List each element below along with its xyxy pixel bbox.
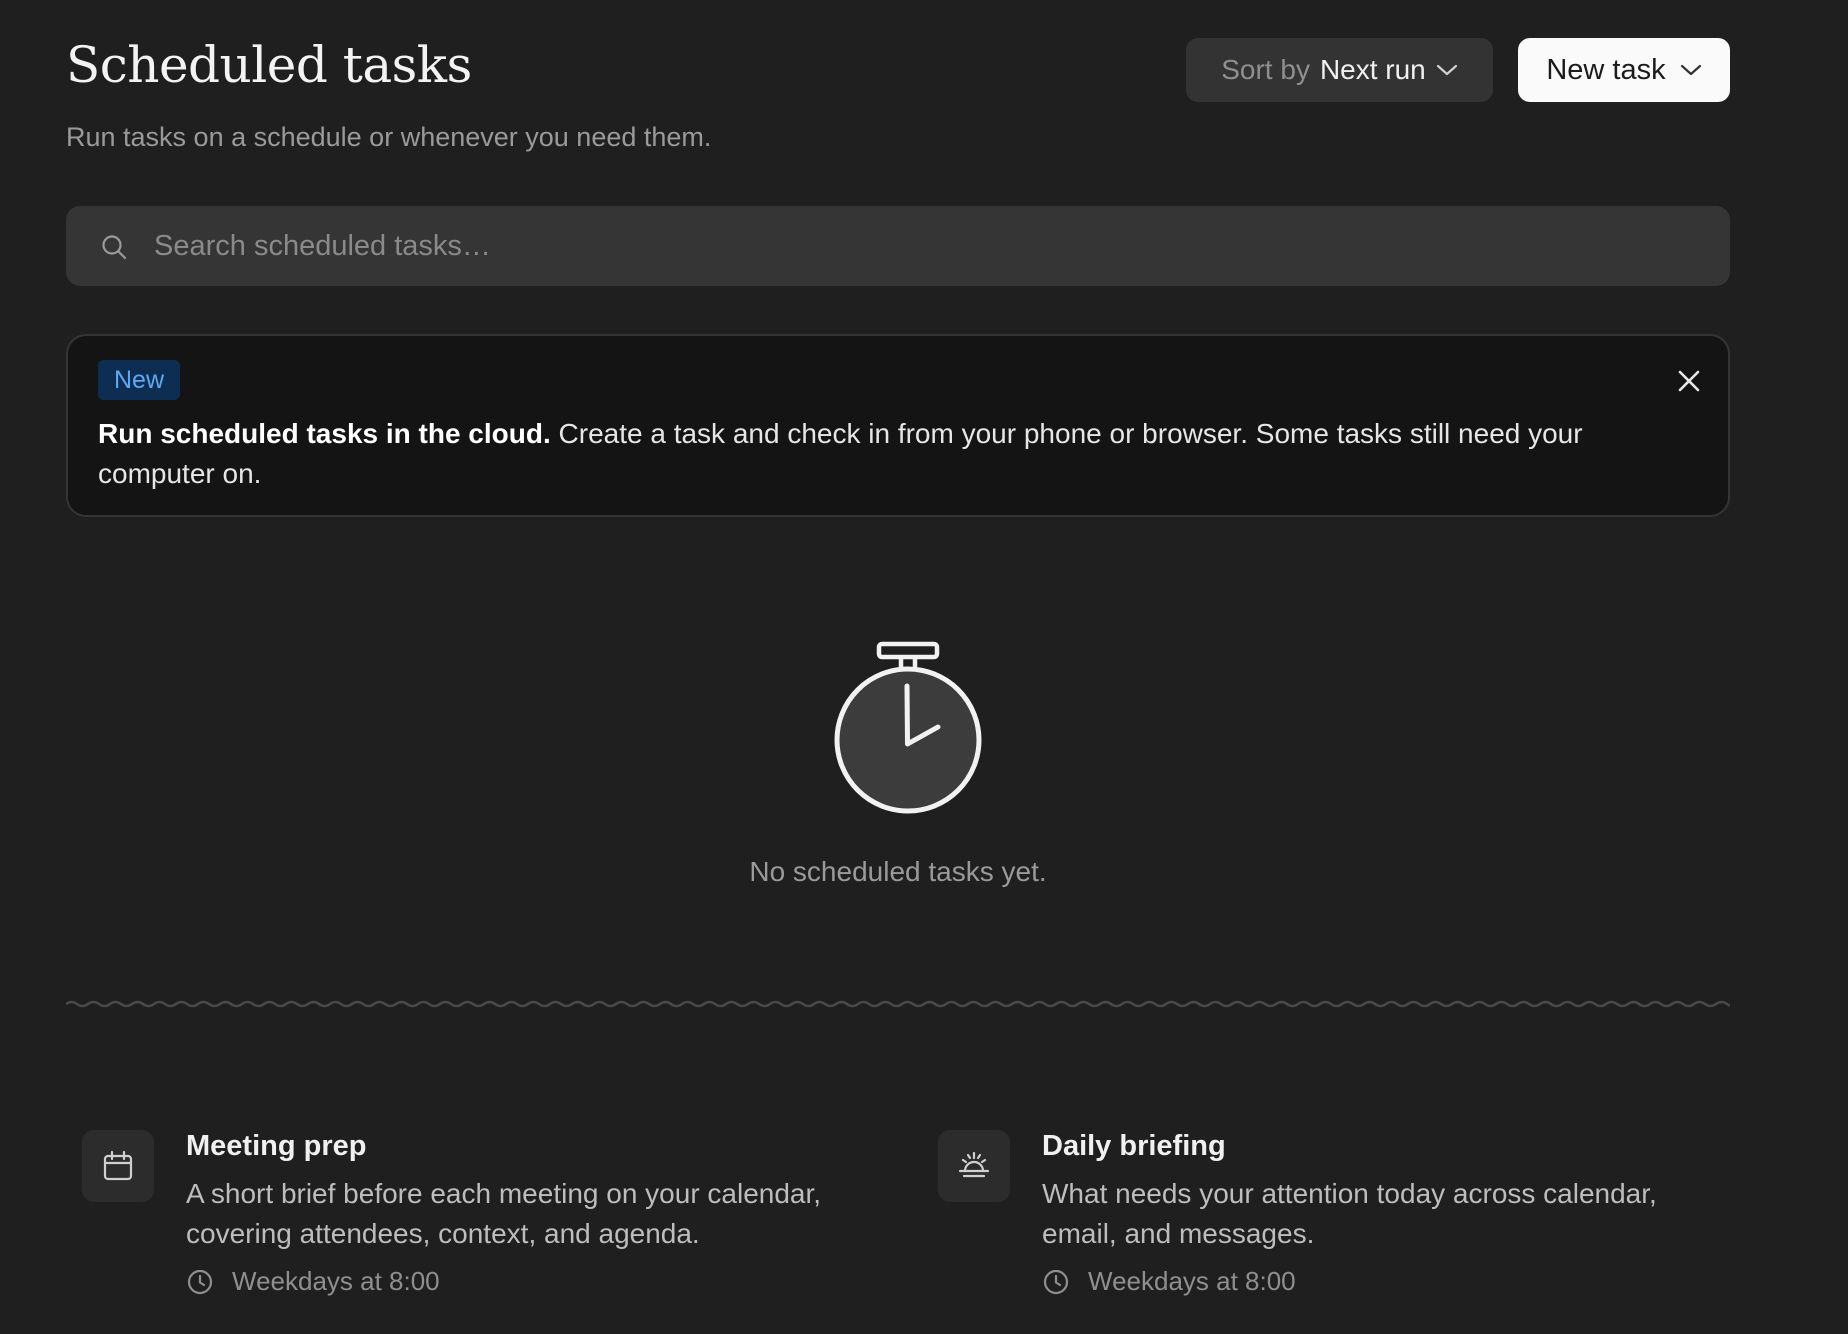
template-description: What needs your attention today across c… <box>1042 1178 1657 1249</box>
template-card-daily-briefing[interactable]: Daily briefing What needs your attention… <box>922 1130 1742 1310</box>
template-schedule-label: Weekdays at 8:00 <box>232 1266 440 1296</box>
template-schedule: Weekdays at 8:00 <box>1042 1266 1296 1297</box>
search-input[interactable] <box>154 206 1694 286</box>
calendar-icon <box>82 1130 154 1202</box>
template-title: Daily briefing <box>1042 1130 1226 1162</box>
chevron-down-icon <box>1680 63 1702 77</box>
wavy-divider <box>66 1000 1730 1008</box>
new-task-button[interactable]: New task <box>1518 38 1730 102</box>
scheduled-tasks-page: Scheduled tasks Run tasks on a schedule … <box>66 0 1730 1334</box>
search-icon <box>102 235 127 260</box>
cloud-tasks-banner: New Run scheduled tasks in the cloud. Cr… <box>66 334 1730 517</box>
stopwatch-icon <box>834 641 982 814</box>
new-task-label: New task <box>1546 53 1666 86</box>
template-schedule: Weekdays at 8:00 <box>186 1266 440 1297</box>
clock-icon <box>187 1269 213 1294</box>
chevron-down-icon <box>1436 63 1458 77</box>
sort-prefix-label: Sort by <box>1221 54 1310 85</box>
search-bar <box>66 206 1730 286</box>
banner-message: Run scheduled tasks in the cloud. Create… <box>98 414 1678 494</box>
empty-state-text: No scheduled tasks yet. <box>749 856 1047 887</box>
page-title: Scheduled tasks <box>66 36 472 94</box>
sort-value-label: Next run <box>1319 54 1426 85</box>
sunrise-icon <box>938 1130 1010 1202</box>
template-title: Meeting prep <box>186 1130 367 1162</box>
page-subtitle: Run tasks on a schedule or whenever you … <box>66 122 712 152</box>
clock-icon <box>1043 1269 1069 1294</box>
close-icon[interactable] <box>1674 366 1704 396</box>
banner-headline: Run scheduled tasks in the cloud. <box>98 418 551 449</box>
template-description: A short brief before each meeting on you… <box>186 1178 822 1249</box>
template-schedule-label: Weekdays at 8:00 <box>1088 1266 1296 1296</box>
new-badge: New <box>98 360 181 400</box>
template-card-meeting-prep[interactable]: Meeting prep A short brief before each m… <box>66 1130 886 1310</box>
sort-dropdown-button[interactable]: Sort by Next run <box>1186 38 1493 102</box>
